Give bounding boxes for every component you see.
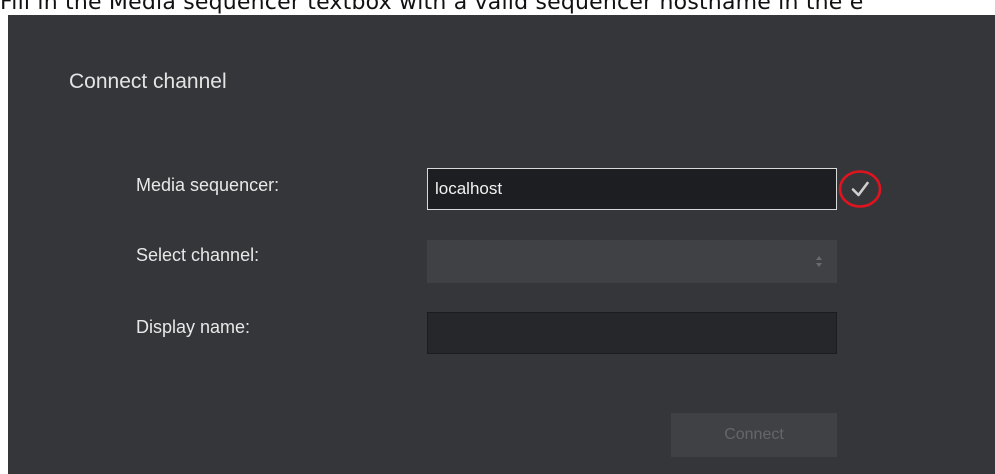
connect-button[interactable]: Connect (671, 413, 837, 457)
dialog-title: Connect channel (69, 70, 227, 93)
select-channel-label: Select channel: (136, 245, 260, 265)
connect-channel-dialog: Connect channel Media sequencer: Select … (8, 15, 995, 474)
red-circle-annotation (838, 170, 882, 208)
checkmark-icon (851, 181, 869, 197)
up-down-arrows-icon (816, 256, 822, 267)
display-name-label: Display name: (136, 317, 251, 337)
display-name-input[interactable] (427, 312, 837, 354)
media-sequencer-input[interactable] (427, 168, 837, 210)
task-instruction: Fill in the Media sequencer textbox with… (0, 0, 864, 15)
valid-hostname-indicator (838, 170, 882, 208)
media-sequencer-label: Media sequencer: (136, 175, 280, 195)
select-channel-dropdown[interactable] (427, 240, 837, 283)
